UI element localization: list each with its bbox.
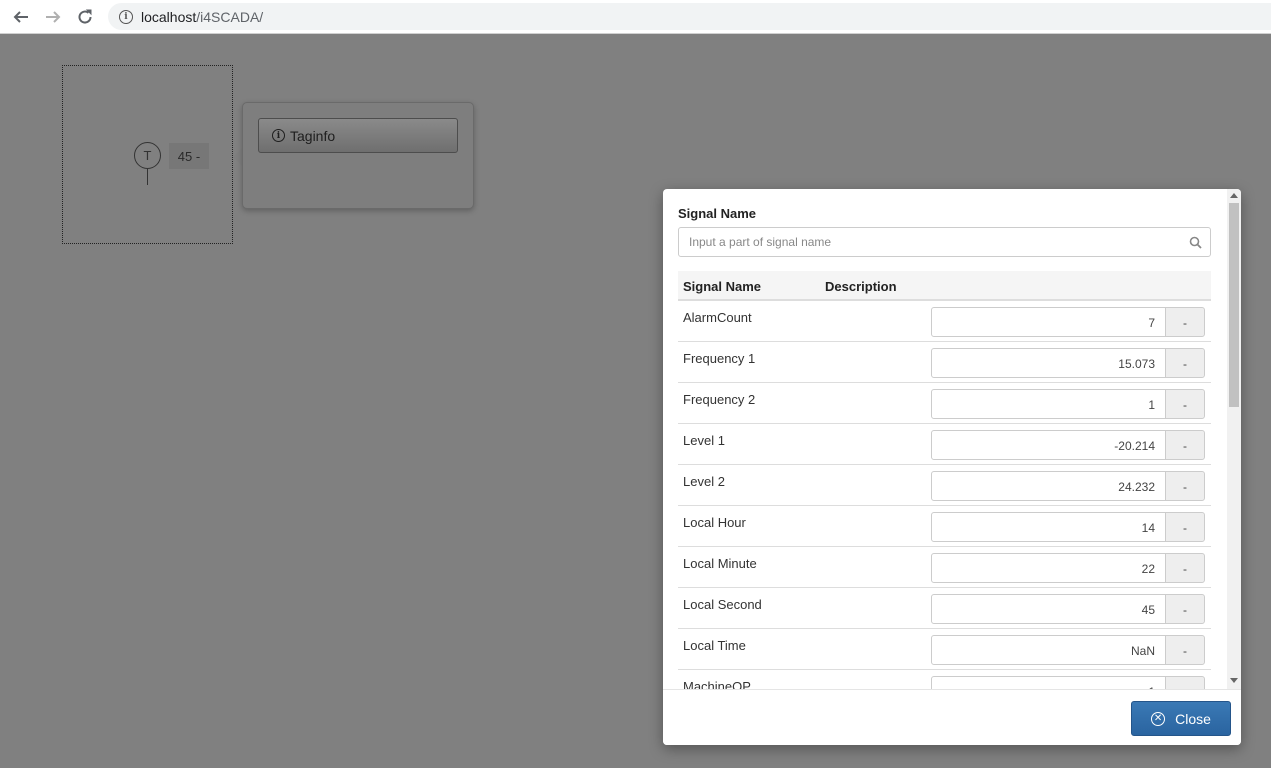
row-value-input[interactable]: 14	[931, 512, 1166, 542]
row-unit: -	[1165, 512, 1205, 542]
row-signal-name: MachineOP	[683, 679, 751, 689]
tag-value-display: 45 -	[169, 143, 209, 169]
row-signal-name: AlarmCount	[683, 310, 752, 325]
table-row: Local Time NaN -	[678, 629, 1211, 670]
row-unit: -	[1165, 553, 1205, 583]
row-signal-name: Local Minute	[683, 556, 757, 571]
row-value-input[interactable]: 1	[931, 389, 1166, 419]
row-signal-name: Frequency 1	[683, 351, 756, 366]
row-signal-name: Level 1	[683, 433, 725, 448]
column-header-description[interactable]: Description	[825, 279, 897, 294]
row-signal-name: Local Hour	[683, 515, 746, 530]
row-value-input[interactable]: NaN	[931, 635, 1166, 665]
search-box	[678, 227, 1211, 257]
reload-icon	[78, 9, 92, 24]
scrollbar-thumb[interactable]	[1229, 203, 1239, 407]
search-icon[interactable]	[1180, 228, 1210, 256]
row-value-input[interactable]: 1	[931, 676, 1166, 689]
row-value-input[interactable]: 22	[931, 553, 1166, 583]
row-value-input[interactable]: 7	[931, 307, 1166, 337]
back-button[interactable]	[9, 5, 33, 29]
row-value-input[interactable]: -20.214	[931, 430, 1166, 460]
signal-search-input[interactable]	[679, 228, 1180, 256]
taginfo-button[interactable]: i Taginfo	[258, 118, 458, 153]
arrow-left-icon	[13, 11, 28, 23]
tag-symbol-stem	[147, 169, 148, 185]
modal-footer: ✕ Close	[663, 689, 1241, 745]
close-button-label: Close	[1175, 710, 1211, 727]
close-button[interactable]: ✕ Close	[1131, 701, 1231, 736]
table-row: AlarmCount 7 -	[678, 301, 1211, 342]
table-row: MachineOP 1 -	[678, 670, 1211, 689]
row-unit: -	[1165, 389, 1205, 419]
info-icon[interactable]: i	[119, 9, 133, 24]
row-unit: -	[1165, 348, 1205, 378]
row-signal-name: Local Time	[683, 638, 746, 653]
row-value-input[interactable]: 45	[931, 594, 1166, 624]
table-row: Local Minute 22 -	[678, 547, 1211, 588]
scroll-down-arrow-icon[interactable]	[1230, 678, 1238, 683]
row-unit: -	[1165, 471, 1205, 501]
row-signal-name: Frequency 2	[683, 392, 756, 407]
row-signal-name: Level 2	[683, 474, 725, 489]
search-label: Signal Name	[678, 206, 757, 221]
tag-symbol[interactable]: T	[134, 142, 161, 169]
table-row: Frequency 2 1 -	[678, 383, 1211, 424]
table-header: Signal Name Description	[678, 271, 1211, 301]
forward-button[interactable]	[41, 5, 65, 29]
table-row: Level 1 -20.214 -	[678, 424, 1211, 465]
row-unit: -	[1165, 676, 1205, 689]
taginfo-label: Taginfo	[290, 127, 336, 144]
reload-button[interactable]	[73, 5, 97, 29]
tag-popover: i Taginfo	[242, 102, 474, 209]
table-row: Level 2 24.232 -	[678, 465, 1211, 506]
signal-browser-modal: Signal Name Signal Name Description Alar…	[663, 189, 1241, 745]
browser-toolbar: i localhost/i4SCADA/	[0, 0, 1271, 34]
table-row: Frequency 1 15.073 -	[678, 342, 1211, 383]
info-icon: i	[272, 129, 285, 142]
row-unit: -	[1165, 594, 1205, 624]
table-row: Local Hour 14 -	[678, 506, 1211, 547]
row-signal-name: Local Second	[683, 597, 762, 612]
url-text: localhost/i4SCADA/	[141, 8, 264, 25]
row-value-input[interactable]: 24.232	[931, 471, 1166, 501]
scroll-up-arrow-icon[interactable]	[1230, 193, 1238, 198]
modal-body: Signal Name Signal Name Description Alar…	[663, 189, 1227, 689]
table-row: Local Second 45 -	[678, 588, 1211, 629]
row-unit: -	[1165, 635, 1205, 665]
arrow-right-icon	[46, 11, 61, 23]
column-header-signal-name[interactable]: Signal Name	[683, 279, 761, 294]
row-unit: -	[1165, 430, 1205, 460]
signal-list: AlarmCount 7 - Frequency 1 15.073 - Freq…	[678, 301, 1211, 689]
row-value-input[interactable]: 15.073	[931, 348, 1166, 378]
close-icon: ✕	[1151, 711, 1166, 726]
row-unit: -	[1165, 307, 1205, 337]
modal-scrollbar[interactable]	[1227, 189, 1241, 689]
address-bar[interactable]: i localhost/i4SCADA/	[108, 3, 1271, 30]
